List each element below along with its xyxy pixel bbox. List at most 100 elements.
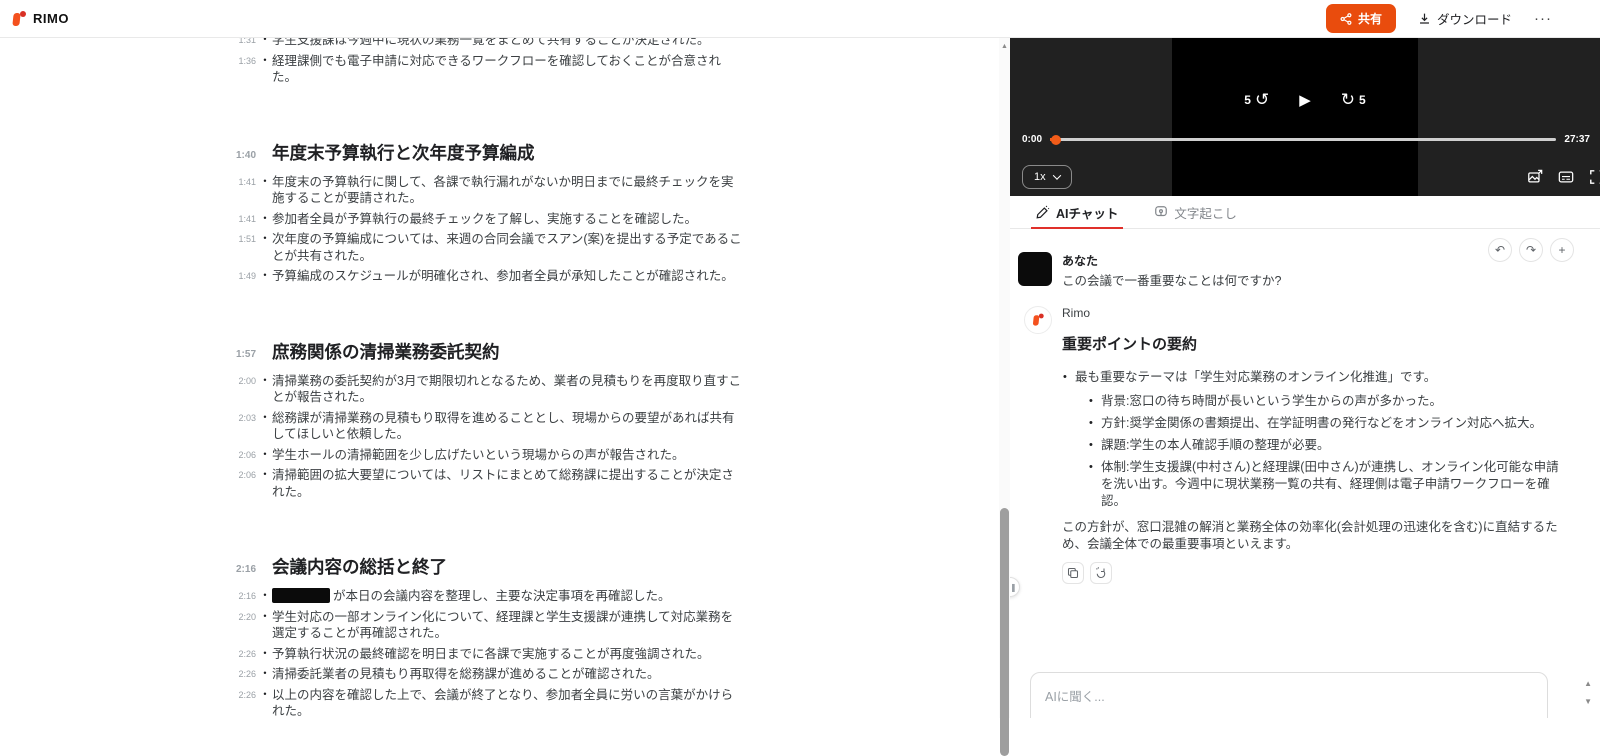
bullet-text[interactable]: 経理課側でも電子申請に対応できるワークフローを確認しておくことが合意された。 bbox=[272, 53, 744, 86]
bullet-text[interactable]: 清掃業務の委託契約が3月で期限切れとなるため、業者の見積もりを再度取り直すことが… bbox=[272, 373, 744, 406]
new-chat-button[interactable]: + bbox=[1550, 238, 1574, 262]
tab-transcript[interactable]: 文字起こし bbox=[1154, 196, 1237, 228]
assistant-message: Rimo 重要ポイントの要約 最も重要なテーマは「学生対応業務のオンライン化推進… bbox=[1024, 306, 1600, 584]
bullet-timestamp[interactable]: 1:41 bbox=[232, 174, 258, 207]
bullet-dot: • bbox=[258, 211, 272, 228]
captions-button[interactable] bbox=[1558, 169, 1574, 185]
fullscreen-icon bbox=[1589, 169, 1600, 185]
tab-ai-chat[interactable]: AIチャット bbox=[1036, 196, 1118, 228]
fullscreen-button[interactable] bbox=[1589, 169, 1600, 185]
document-scrollbar[interactable]: ▲ bbox=[999, 38, 1010, 718]
bullet-text[interactable]: 予算執行状況の最終確認を明日までに各課で実施することが再度強調された。 bbox=[272, 646, 744, 663]
seek-knob[interactable] bbox=[1051, 135, 1061, 145]
seek-bar[interactable] bbox=[1050, 138, 1556, 141]
video-player[interactable]: 5 ↺ ▶ ↻ 5 0:00 27:37 1x bbox=[1010, 38, 1600, 196]
bullet-timestamp[interactable]: 1:36 bbox=[232, 53, 258, 86]
bullet-timestamp[interactable]: 2:06 bbox=[232, 467, 258, 500]
section-heading: 1:40年度末予算執行と次年度予算編成 bbox=[232, 142, 744, 164]
section-timestamp[interactable]: 1:57 bbox=[232, 341, 258, 363]
bullet-timestamp[interactable]: 2:20 bbox=[232, 609, 258, 642]
scrollbar-up-arrow-icon[interactable]: ▲ bbox=[1000, 43, 1009, 50]
ai-chat-input[interactable] bbox=[1030, 672, 1548, 718]
bullet-text[interactable]: 清掃範囲の拡大要望については、リストにまとめて総務課に提出することが決定された。 bbox=[272, 467, 744, 500]
transcript-bullet: 2:26•清掃委託業者の見積もり再取得を総務課が進めることが確認された。 bbox=[232, 666, 744, 683]
playback-speed-button[interactable]: 1x bbox=[1022, 165, 1072, 189]
total-time: 27:37 bbox=[1564, 134, 1590, 145]
bullet-text[interactable]: 次年度の予算編成については、来週の合同会議でスアン(案)を提出する予定であること… bbox=[272, 231, 744, 264]
bullet-timestamp[interactable]: 1:51 bbox=[232, 231, 258, 264]
skip-back-icon: ↺ bbox=[1255, 90, 1269, 110]
bullet-text[interactable]: 参加者全員が予算執行の最終チェックを了解し、実施することを確認した。 bbox=[272, 211, 744, 228]
transcript-bullet: 2:03•総務課が清掃業務の見積もり取得を進めることとし、現場からの要望があれば… bbox=[232, 410, 744, 443]
current-time: 0:00 bbox=[1022, 134, 1042, 145]
bullet-dot: • bbox=[258, 467, 272, 500]
bullet-text[interactable]: 清掃委託業者の見積もり再取得を総務課が進めることが確認された。 bbox=[272, 666, 744, 683]
bullet-text[interactable]: 学生ホールの清掃範囲を少し広げたいという現場からの声が報告された。 bbox=[272, 447, 744, 464]
undo-button[interactable]: ↶ bbox=[1488, 238, 1512, 262]
section-timestamp[interactable]: 2:16 bbox=[232, 556, 258, 578]
share-label: 共有 bbox=[1358, 10, 1382, 27]
bullet-timestamp[interactable]: 1:49 bbox=[232, 268, 258, 285]
section-title[interactable]: 年度末予算執行と次年度予算編成 bbox=[258, 142, 744, 164]
assistant-bullets: 最も重要なテーマは「学生対応業務のオンライン化推進」です。 背景:窓口の待ち時間… bbox=[1062, 369, 1562, 510]
scrollbar-thumb[interactable] bbox=[1000, 508, 1009, 756]
section-title[interactable]: 庶務関係の清掃業務委託契約 bbox=[258, 341, 744, 363]
bullet-dot: • bbox=[258, 687, 272, 719]
bullet-timestamp[interactable]: 2:06 bbox=[232, 447, 258, 464]
chat-scroll-arrows: ▲ ▼ bbox=[1584, 679, 1592, 706]
transcript-bullet: 1:41•年度末の予算執行に関して、各課で執行漏れがないか明日までに最終チェック… bbox=[232, 174, 744, 207]
section-timestamp[interactable]: 1:40 bbox=[232, 142, 258, 164]
chat-scroll-up-icon[interactable]: ▲ bbox=[1584, 679, 1592, 688]
copy-button[interactable] bbox=[1062, 562, 1084, 584]
bullet-timestamp[interactable]: 2:00 bbox=[232, 373, 258, 406]
more-menu-button[interactable]: ··· bbox=[1534, 10, 1552, 27]
user-message-body: あなた この会議で一番重要なことは何ですか? bbox=[1062, 252, 1281, 290]
skip-back-5-button[interactable]: 5 ↺ bbox=[1244, 90, 1269, 110]
panel-collapse-handle[interactable]: ❚❚ bbox=[1010, 577, 1020, 597]
play-button[interactable]: ▶ bbox=[1299, 91, 1311, 109]
doc-intro-list: 1:31•学生支援課は今週中に現状の業務一覧をまとめて共有することが決定された。… bbox=[232, 38, 744, 86]
playback-speed-value: 1x bbox=[1034, 171, 1046, 183]
chat-history-actions: ↶ ↷ + bbox=[1488, 238, 1574, 262]
rimo-avatar-icon bbox=[1032, 314, 1044, 327]
regenerate-button[interactable] bbox=[1090, 562, 1112, 584]
bullet-timestamp[interactable]: 1:31 bbox=[232, 38, 258, 49]
bullet-timestamp[interactable]: 2:16 bbox=[232, 588, 258, 605]
skip-forward-5-button[interactable]: ↻ 5 bbox=[1341, 90, 1366, 110]
bullet-dot: • bbox=[258, 609, 272, 642]
screenshot-icon bbox=[1527, 169, 1543, 185]
screenshot-button[interactable] bbox=[1527, 169, 1543, 185]
bullet-text[interactable]: 以上の内容を確認した上で、会議が終了となり、参加者全員に労いの言葉がかけられた。 bbox=[272, 687, 744, 719]
transcript-bullet: 2:26•以上の内容を確認した上で、会議が終了となり、参加者全員に労いの言葉がか… bbox=[232, 687, 744, 719]
right-panel-tabs: AIチャット 文字起こし bbox=[1010, 196, 1600, 229]
video-icon-group bbox=[1527, 169, 1600, 185]
bullet-timestamp[interactable]: 2:26 bbox=[232, 666, 258, 683]
bullet-text[interactable]: 学生支援課は今週中に現状の業務一覧をまとめて共有することが決定された。 bbox=[272, 38, 744, 49]
bullet-timestamp[interactable]: 2:26 bbox=[232, 646, 258, 663]
bullet-text[interactable]: が本日の会議内容を整理し、主要な決定事項を再確認した。 bbox=[272, 588, 744, 605]
share-button[interactable]: 共有 bbox=[1326, 4, 1396, 33]
section-bullets: 1:41•年度末の予算執行に関して、各課で執行漏れがないか明日までに最終チェック… bbox=[232, 174, 744, 285]
bullet-text[interactable]: 総務課が清掃業務の見積もり取得を進めることとし、現場からの要望があれば共有してほ… bbox=[272, 410, 744, 443]
rimo-logo[interactable]: RIMO bbox=[12, 11, 69, 27]
bullet-dot: • bbox=[258, 646, 272, 663]
bullet-text[interactable]: 学生対応の一部オンライン化について、経理課と学生支援課が連携して対応業務を選定す… bbox=[272, 609, 744, 642]
bullet-timestamp[interactable]: 2:26 bbox=[232, 687, 258, 719]
bullet-timestamp[interactable]: 2:03 bbox=[232, 410, 258, 443]
redo-button[interactable]: ↷ bbox=[1519, 238, 1543, 262]
bullet-dot: • bbox=[258, 588, 272, 605]
progress-row: 0:00 27:37 bbox=[1022, 134, 1590, 145]
right-panel: 5 ↺ ▶ ↻ 5 0:00 27:37 1x bbox=[1010, 38, 1600, 718]
transcript-section: 1:40年度末予算執行と次年度予算編成1:41•年度末の予算執行に関して、各課で… bbox=[232, 142, 744, 285]
chat-scroll-down-icon[interactable]: ▼ bbox=[1584, 697, 1592, 706]
transcript-bullet: 2:20•学生対応の一部オンライン化について、経理課と学生支援課が連携して対応業… bbox=[232, 609, 744, 642]
download-button[interactable]: ダウンロード bbox=[1418, 9, 1512, 28]
tab-transcript-label: 文字起こし bbox=[1174, 203, 1237, 222]
user-avatar bbox=[1018, 252, 1052, 286]
bullet-text[interactable]: 年度末の予算執行に関して、各課で執行漏れがないか明日までに最終チェックを実施する… bbox=[272, 174, 744, 207]
bullet-text[interactable]: 予算編成のスケジュールが明確化され、参加者全員が承知したことが確認された。 bbox=[272, 268, 744, 285]
assistant-sub-bullet: 方針:奨学金関係の書類提出、在学証明書の発行などをオンライン対応へ拡大。 bbox=[1088, 415, 1562, 432]
section-title[interactable]: 会議内容の総括と終了 bbox=[258, 556, 744, 578]
bullet-timestamp[interactable]: 1:41 bbox=[232, 211, 258, 228]
assistant-sub-bullet: 課題:学生の本人確認手順の整理が必要。 bbox=[1088, 437, 1562, 454]
